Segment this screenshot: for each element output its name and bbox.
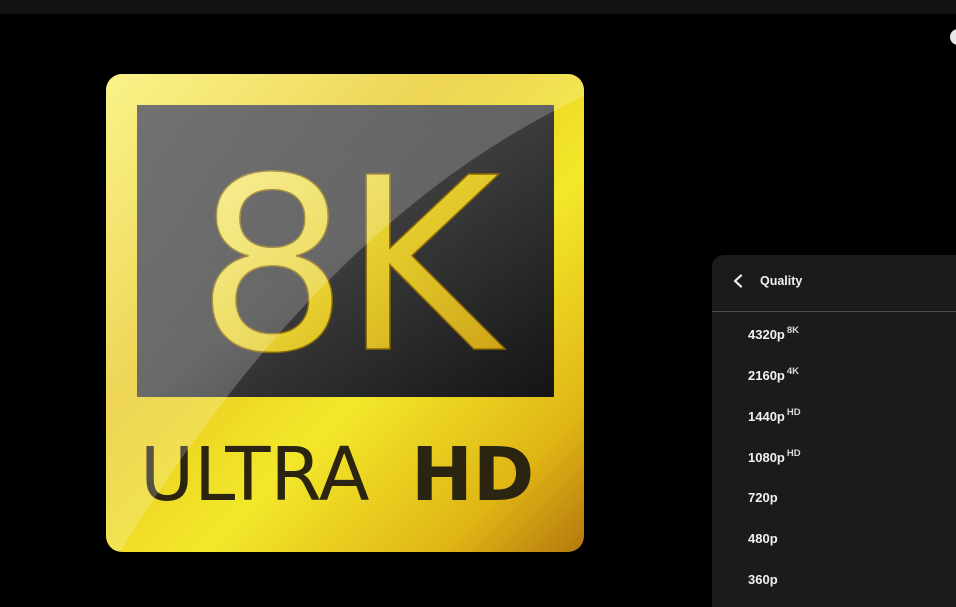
quality-option-badge: 8K (786, 325, 800, 336)
quality-option-badge: HD (786, 407, 801, 418)
ultra-hd-8k-logo: 8K ULTRA HD (106, 74, 584, 552)
quality-option-label: 2160p (748, 368, 785, 383)
quality-option-720p[interactable]: 720p (712, 476, 956, 517)
quality-option-label: 1080p (748, 450, 785, 465)
quality-option-label: 4320p (748, 327, 785, 342)
back-button[interactable] (726, 269, 750, 293)
quality-option-1440p[interactable]: 1440p HD (712, 394, 956, 435)
quality-options-list: 4320p 8K 2160p 4K 1440p HD 1080p HD 720p… (712, 312, 956, 599)
quality-option-label: 720p (748, 490, 778, 505)
quality-menu-header[interactable]: Quality (712, 255, 956, 312)
quality-option-label: 360p (748, 572, 778, 587)
quality-menu: Quality 4320p8K 2160p4K 1440pHD 1080p (712, 255, 956, 607)
quality-option-480p[interactable]: 480p (712, 517, 956, 558)
video-player[interactable]: 8K ULTRA HD Quality 4320p 8K 2160p 4K 14… (0, 0, 956, 607)
quality-option-1080p[interactable]: 1080p HD (712, 435, 956, 476)
quality-option-360p[interactable]: 360p (712, 558, 956, 599)
quality-option-label: 480p (748, 531, 778, 546)
chevron-left-icon (733, 274, 743, 288)
quality-option-2160p[interactable]: 2160p 4K (712, 353, 956, 394)
quality-option-4320p[interactable]: 4320p 8K (712, 312, 956, 353)
corner-indicator (950, 29, 956, 45)
quality-option-label: 1440p (748, 409, 785, 424)
quality-menu-title: Quality (760, 274, 803, 288)
quality-option-badge: HD (786, 448, 801, 459)
badge-sub-bold: HD (411, 432, 534, 518)
quality-option-badge: 4K (786, 366, 800, 377)
badge-subtitle: ULTRA HD (140, 432, 534, 518)
video-frame[interactable]: 8K ULTRA HD (0, 0, 700, 607)
